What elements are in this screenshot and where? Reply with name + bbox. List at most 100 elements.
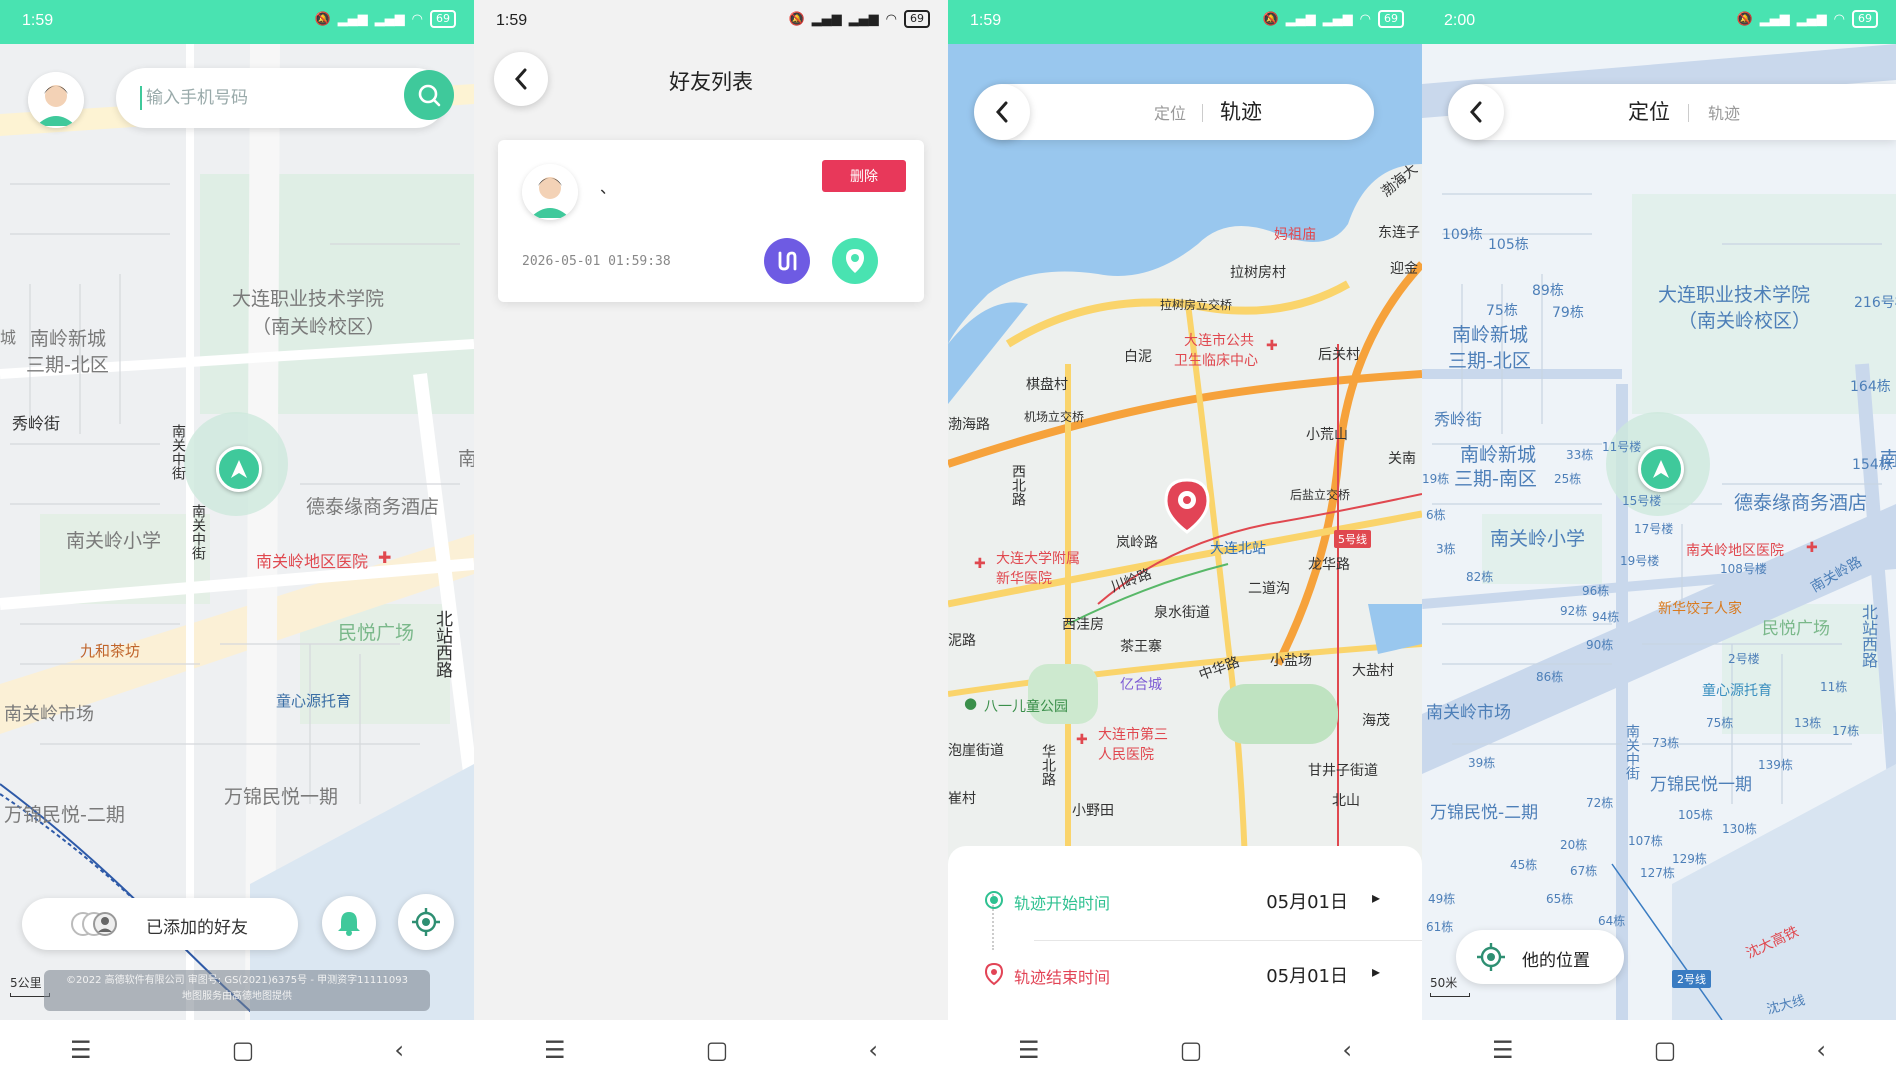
track-end-label: 轨迹结束时间 [1014, 968, 1111, 987]
home-icon[interactable]: ▢ [1654, 1036, 1677, 1064]
menu-icon[interactable]: ☰ [70, 1036, 92, 1064]
map-label: 216号楼 [1854, 295, 1896, 311]
tab-locate[interactable]: 定位 [1154, 100, 1186, 124]
map-label: 西洼房 [1062, 617, 1104, 633]
track-start-row[interactable]: 轨迹开始时间 05月01日 ▸ [985, 882, 1398, 922]
his-location-button[interactable]: 他的位置 [1456, 930, 1624, 984]
back-icon[interactable]: ‹ [868, 1036, 878, 1064]
status-time: 2:00 [1444, 12, 1476, 29]
delete-button[interactable]: 删除 [822, 160, 906, 192]
map-label: 德泰缘商务酒店 [306, 496, 440, 518]
battery-icon: 69 [1852, 10, 1878, 28]
menu-icon[interactable]: ☰ [1018, 1036, 1040, 1064]
mute-icon: 🔕 [314, 11, 331, 27]
notification-button[interactable] [322, 896, 376, 950]
tab-locate[interactable]: 定位 [1628, 96, 1670, 126]
locate-friend-button[interactable] [832, 238, 878, 284]
status-bar: 1:59 🔕 ▂▄▆ ▂▄▆ ◠ 69 [0, 0, 474, 44]
home-icon[interactable]: ▢ [706, 1036, 729, 1064]
map-label: 人民医院 [1098, 747, 1154, 763]
friend-location-marker[interactable] [1638, 446, 1684, 492]
search-button[interactable] [404, 70, 454, 120]
map-label: 109栋 [1442, 227, 1483, 243]
friend-card: 、 删除 2026-05-01 01:59:38 [498, 140, 924, 302]
user-avatar[interactable] [28, 72, 84, 128]
map-label: 秀岭街 [1434, 410, 1483, 429]
battery-icon: 69 [1378, 10, 1404, 28]
map-view[interactable]: 大连职业技术学院 （南关岭校区） 南岭新城 三期-北区 秀岭街 南关中街 南关中… [0, 44, 474, 1020]
home-icon[interactable]: ▢ [1180, 1036, 1203, 1064]
map-label: 大连市第三 [1098, 727, 1168, 743]
person-icon [28, 72, 84, 128]
map-label: 南岭新城 [30, 328, 107, 350]
tab-track[interactable]: 轨迹 [1708, 100, 1740, 124]
tab-divider [1688, 104, 1689, 122]
map-label: 后关村 [1318, 347, 1360, 363]
map-label: 大连市公共 [1184, 333, 1254, 349]
hospital-icon: ✚ [974, 556, 986, 572]
wifi-icon: ◠ [1833, 11, 1845, 27]
status-time: 1:59 [496, 12, 528, 29]
added-friends-button[interactable]: 已添加的好友 [22, 898, 298, 950]
menu-icon[interactable]: ☰ [544, 1036, 566, 1064]
map-label: 南关中街 [190, 504, 206, 560]
system-nav-bar: ☰ ▢ ‹ [1422, 1020, 1896, 1080]
scale-text: 5公里 [10, 976, 42, 990]
map-label: 崔村 [948, 791, 976, 807]
back-icon[interactable]: ‹ [1816, 1036, 1826, 1064]
locate-map-view[interactable]: 109栋 105栋 89栋 75栋 79栋 大连职业技术学院 （南关岭校区） 2… [1422, 44, 1896, 1020]
map-label: 南关岭地区医院 [256, 552, 369, 571]
map-label: 龙华路 [1308, 557, 1350, 573]
battery-icon: 69 [904, 10, 930, 28]
system-nav-bar: ☰ ▢ ‹ [0, 1020, 474, 1080]
map-label: 小荒山 [1306, 427, 1348, 443]
track-route-icon [778, 251, 797, 271]
screen-track: 妈祖庙 渤海大 东连子 拉树房村 迎金 拉树房立交桥 大连市公共 卫生临床中心 … [948, 0, 1422, 1080]
track-end-value: 05月01日 [1266, 966, 1348, 987]
chevron-left-icon [1469, 101, 1482, 123]
back-icon[interactable]: ‹ [394, 1036, 404, 1064]
home-icon[interactable]: ▢ [232, 1036, 255, 1064]
map-label: 亿合城 [1120, 677, 1162, 693]
menu-icon[interactable]: ☰ [1492, 1036, 1514, 1064]
search-icon [418, 84, 441, 107]
map-label: （南关岭校区） [1678, 310, 1812, 332]
phone-search-input[interactable] [144, 82, 368, 114]
track-end-row[interactable]: 轨迹结束时间 05月01日 ▸ [984, 956, 1398, 996]
status-icons: 🔕 ▂▄▆ ▂▄▆ ◠ 69 [314, 10, 456, 28]
map-label: 茶王寨 [1120, 639, 1162, 655]
map-label: 北站西路 [1859, 604, 1878, 668]
map-label: 北站西路 [432, 610, 452, 678]
map-label: 城 [0, 328, 17, 347]
caret-right-icon: ▸ [1371, 962, 1380, 981]
map-label: 拉树房立交桥 [1160, 298, 1233, 312]
copyright-line: 地图服务由高德地图提供 [182, 991, 292, 1002]
map-label: 127栋 [1640, 866, 1675, 880]
back-icon[interactable]: ‹ [1342, 1036, 1352, 1064]
map-label: 19栋 [1422, 472, 1450, 486]
tab-track[interactable]: 轨迹 [1220, 96, 1262, 126]
map-label: 92栋 [1560, 604, 1588, 618]
divider [1034, 940, 1422, 941]
back-button[interactable] [974, 84, 1030, 140]
map-label: 万锦民悦一期 [224, 786, 339, 808]
map-label: 机场立交桥 [1024, 410, 1085, 424]
my-location-marker[interactable] [216, 446, 262, 492]
wifi-icon: ◠ [885, 11, 897, 27]
friend-location-pin[interactable] [1164, 478, 1210, 538]
map-label: 秀岭街 [12, 414, 61, 433]
map-label: 11号楼 [1602, 440, 1642, 454]
back-button[interactable] [1448, 84, 1504, 140]
map-label: 华北路 [1040, 744, 1056, 786]
locate-me-button[interactable] [398, 894, 454, 950]
battery-icon: 69 [430, 10, 456, 28]
metro-line-badge: 2号线 [1672, 970, 1711, 988]
map-label: 南岭新城 [1452, 324, 1529, 346]
track-button[interactable] [764, 238, 810, 284]
map-label: 96栋 [1582, 584, 1610, 598]
location-pin-icon [846, 249, 864, 273]
map-label: 65栋 [1546, 892, 1574, 906]
signal-icon: ▂▄▆ [811, 11, 842, 27]
page-title: 好友列表 [669, 70, 753, 94]
map-label: 万锦民悦-二期 [1430, 803, 1539, 823]
